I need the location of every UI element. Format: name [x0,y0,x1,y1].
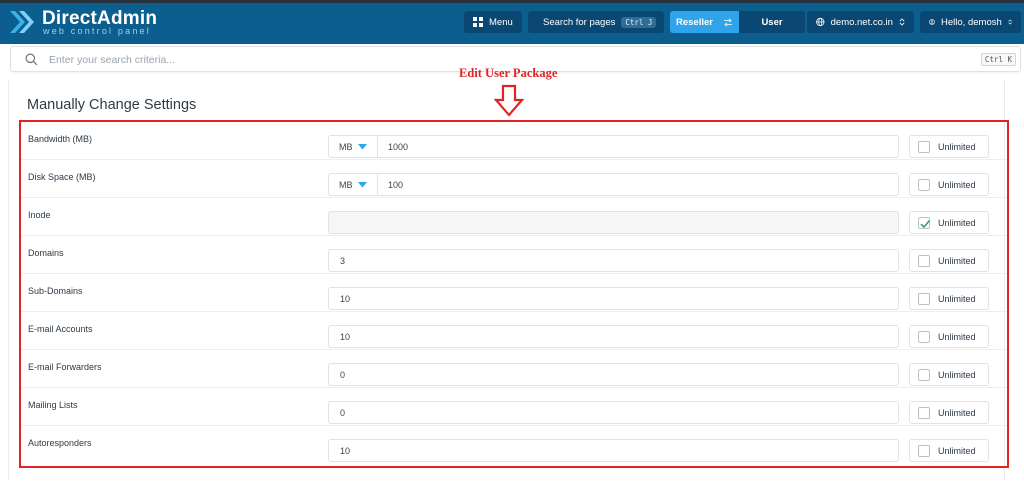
search-shortcut: Ctrl K [980,53,1016,66]
setting-label: E-mail Accounts [28,324,93,334]
setting-value-field[interactable]: MB 1000 [328,135,899,158]
unlimited-checkbox[interactable]: Unlimited [909,211,989,234]
caret-down-icon [358,182,367,188]
checkbox-empty-icon[interactable] [918,369,930,381]
caret-down-icon [358,144,367,150]
search-pages-button[interactable]: Search for pages Ctrl J [528,11,664,33]
setting-value-field[interactable]: 0 [328,401,899,424]
updown-chevron-icon [899,18,905,26]
settings-row: Disk Space (MB) MB 100 Unlimited [21,160,1007,198]
setting-value-field[interactable]: 0 [328,363,899,386]
unlimited-checkbox[interactable]: Unlimited [909,173,989,196]
role-switch[interactable]: Reseller User [670,11,805,33]
checkbox-empty-icon[interactable] [918,331,930,343]
unlimited-checkbox[interactable]: Unlimited [909,135,989,158]
globe-icon [816,17,825,27]
checkbox-empty-icon[interactable] [918,179,930,191]
search-pages-shortcut: Ctrl J [621,16,657,28]
domain-selector[interactable]: demo.net.co.in [807,11,914,33]
unlimited-label: Unlimited [938,332,976,342]
unit-select[interactable]: MB [329,174,378,195]
setting-value: 10 [340,332,351,342]
setting-label: E-mail Forwarders [28,362,102,372]
checkmark-icon [920,219,931,229]
unlimited-label: Unlimited [938,218,976,228]
setting-label: Disk Space (MB) [28,172,96,182]
unlimited-label: Unlimited [938,180,976,190]
domain-label: demo.net.co.in [830,16,893,28]
unit-select[interactable]: MB [329,136,378,157]
down-arrow-icon [494,84,524,117]
user-menu[interactable]: Hello, demosh [920,11,1021,33]
top-navigation-bar: DirectAdmin web control panel Menu Searc… [0,0,1024,44]
menu-button[interactable]: Menu [464,11,522,33]
checkbox-empty-icon[interactable] [918,445,930,457]
setting-value: 0 [340,370,346,380]
section-title: Manually Change Settings [27,97,197,113]
setting-label: Sub-Domains [28,286,83,296]
unlimited-label: Unlimited [938,408,976,418]
settings-row: Domains 3 Unlimited [21,236,1007,274]
setting-label: Domains [28,248,64,258]
settings-row: E-mail Accounts 10 Unlimited [21,312,1007,350]
unlimited-label: Unlimited [938,142,976,152]
unit-label: MB [339,180,353,190]
unlimited-checkbox[interactable]: Unlimited [909,249,989,272]
role-user-label: User [761,16,783,28]
checkbox-empty-icon[interactable] [918,255,930,267]
setting-label: Inode [28,210,51,220]
checkbox-empty-icon[interactable] [918,141,930,153]
settings-row: Inode Unlimited [21,198,1007,236]
unlimited-checkbox[interactable]: Unlimited [909,401,989,424]
setting-value: 0 [340,408,346,418]
grid-icon [473,17,483,27]
unlimited-label: Unlimited [938,370,976,380]
updown-chevron-icon [1008,19,1012,25]
setting-value-field[interactable]: 10 [328,325,899,348]
settings-row: Autoresponders 10 Unlimited [21,426,1007,464]
directadmin-logo-icon[interactable] [9,9,35,35]
setting-value: 3 [340,256,346,266]
unlimited-label: Unlimited [938,446,976,456]
unit-label: MB [339,142,353,152]
greeting-label: Hello, demosh [941,16,1002,28]
role-reseller-option[interactable]: Reseller [670,11,739,33]
setting-value-field [328,211,899,234]
setting-value: 100 [388,180,404,190]
setting-label: Autoresponders [28,438,92,448]
checkbox-checked-icon[interactable] [918,217,931,229]
setting-value-field[interactable]: MB 100 [328,173,899,196]
search-pages-label: Search for pages [543,16,616,28]
unlimited-checkbox[interactable]: Unlimited [909,325,989,348]
unlimited-checkbox[interactable]: Unlimited [909,439,989,462]
unlimited-label: Unlimited [938,294,976,304]
search-icon [25,53,38,66]
unlimited-checkbox[interactable]: Unlimited [909,363,989,386]
settings-row: Sub-Domains 10 Unlimited [21,274,1007,312]
unlimited-label: Unlimited [938,256,976,266]
setting-value-field[interactable]: 10 [328,439,899,462]
setting-value: 10 [340,294,351,304]
role-user-option[interactable]: User [739,11,805,33]
setting-value: 10 [340,446,351,456]
checkbox-empty-icon[interactable] [918,293,930,305]
setting-value: 1000 [388,142,409,152]
settings-row: Bandwidth (MB) MB 1000 Unlimited [21,122,1007,160]
settings-row: E-mail Forwarders 0 Unlimited [21,350,1007,388]
role-reseller-label: Reseller [676,16,713,28]
app-subtitle: web control panel [43,26,151,36]
annotation-label: Edit User Package [459,66,558,80]
setting-label: Mailing Lists [28,400,78,410]
user-circle-icon [929,19,935,25]
menu-label: Menu [489,16,513,28]
setting-value-field[interactable]: 10 [328,287,899,310]
checkbox-empty-icon[interactable] [918,407,930,419]
unlimited-checkbox[interactable]: Unlimited [909,287,989,310]
settings-row: Mailing Lists 0 Unlimited [21,388,1007,426]
setting-label: Bandwidth (MB) [28,134,93,144]
swap-arrows-icon [723,17,732,27]
setting-value-field[interactable]: 3 [328,249,899,272]
